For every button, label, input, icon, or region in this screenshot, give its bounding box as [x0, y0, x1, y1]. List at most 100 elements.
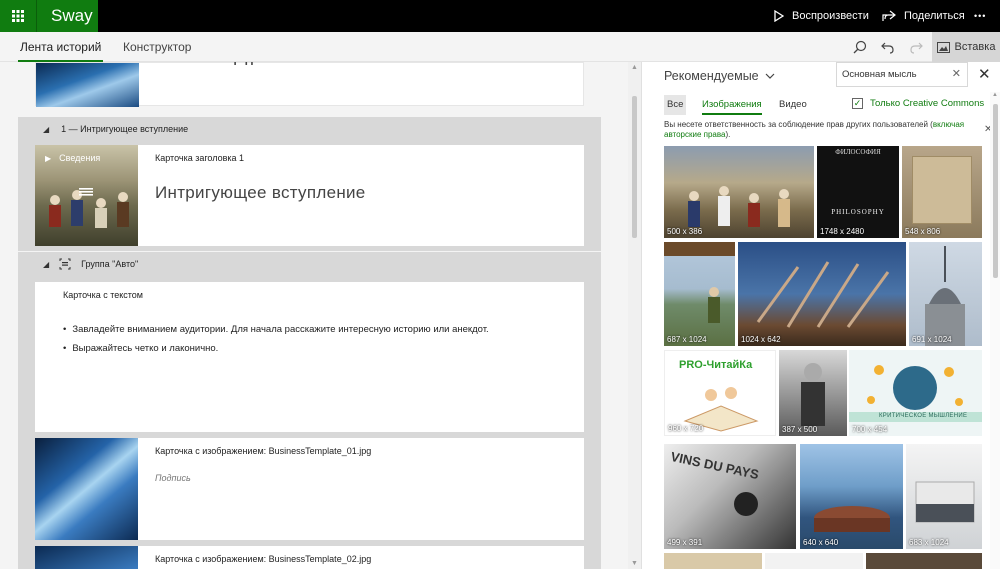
panel-scrollbar[interactable]: ▲	[990, 92, 1000, 569]
image-dimensions: 700 x 454	[852, 425, 888, 434]
section-title: 1 — Интригующее вступление	[61, 124, 189, 134]
card-thumbnail	[35, 438, 138, 540]
insert-label: Вставка	[954, 41, 996, 53]
image-result[interactable]: 500 x 386	[664, 146, 814, 238]
more-options-button[interactable]: •••	[974, 0, 986, 32]
book-cover-title: ФИЛОСОФИЯ	[835, 148, 881, 156]
collapse-triangle-icon: ◢	[43, 124, 50, 134]
group-auto: ◢ Группа "Авто" Карточка с текстом • Завл…	[18, 252, 601, 569]
bullet-text: Выражайтесь четко и лаконично.	[72, 343, 219, 354]
image-result[interactable]	[765, 553, 863, 569]
image-dimensions: 960 x 720	[668, 424, 704, 433]
image-result[interactable]: 1024 x 642	[738, 242, 906, 346]
card-thumbnail	[35, 546, 138, 569]
image-dimensions: 499 x 391	[667, 538, 703, 547]
scrollbar-thumb[interactable]	[993, 104, 998, 278]
play-icon	[774, 10, 784, 22]
chevron-down-icon	[765, 73, 775, 79]
panel-search-input[interactable]: Основная мысль ✕	[836, 62, 968, 87]
insert-panel: Рекомендуемые Основная мысль ✕ ✕ Все Изо…	[641, 62, 1000, 569]
details-tag[interactable]: ▶ Сведения	[45, 153, 100, 163]
creative-commons-toggle[interactable]: ✓ Только Creative Commons	[852, 98, 984, 109]
insert-button[interactable]: Вставка	[932, 32, 1000, 62]
image-card[interactable]: Карточка с изображением: BusinessTemplat…	[35, 546, 584, 569]
tab-storyline[interactable]: Лента историй	[17, 32, 104, 62]
filter-video[interactable]: Видео	[779, 95, 807, 115]
bullet-text: Завладейте вниманием аудитории. Для нача…	[72, 324, 489, 335]
play-button[interactable]: Воспроизвести	[774, 0, 869, 32]
storyline-scrollbar[interactable]: ▲ ▼	[628, 62, 641, 569]
image-result[interactable]: 640 x 640	[800, 444, 903, 549]
tab-designer[interactable]: Конструктор	[123, 32, 191, 62]
caption-field[interactable]: Подпись	[155, 473, 191, 483]
scroll-down-icon[interactable]: ▼	[631, 560, 638, 567]
card-label: Карточка с изображением: BusinessTemplat…	[155, 554, 372, 564]
share-button[interactable]: Поделиться	[882, 0, 965, 32]
expand-triangle-icon: ▶	[45, 153, 52, 163]
filter-images[interactable]: Изображения	[702, 95, 762, 115]
heading-card[interactable]: ▶ Сведения Карточка заголовка 1 Интригую…	[35, 145, 584, 246]
close-panel-icon[interactable]: ✕	[978, 65, 991, 83]
image-dimensions: 691 x 1024	[912, 335, 952, 344]
share-icon	[882, 10, 896, 21]
book-cover-word: PHILOSOPHY	[831, 208, 885, 216]
image-result[interactable]: 683 x 1024	[906, 444, 982, 549]
image-result[interactable]	[866, 553, 982, 569]
search-button[interactable]	[846, 32, 874, 62]
group-header[interactable]: ◢ Группа "Авто"	[43, 258, 138, 270]
app-header: Sway Воспроизвести Поделиться •••	[0, 0, 1000, 32]
image-result[interactable]	[664, 553, 762, 569]
card-label: Карточка с текстом	[63, 290, 143, 300]
redo-button[interactable]	[902, 32, 930, 62]
card-title[interactable]: Интригующее вступление	[155, 183, 366, 203]
section-intro: ◢ 1 — Интригующее вступление ▶ Сведения …	[18, 117, 601, 251]
image-result[interactable]: PRO-ЧитайКа 960 x 720	[664, 350, 776, 436]
play-label: Воспроизвести	[792, 10, 869, 22]
suggested-dropdown[interactable]: Рекомендуемые	[664, 69, 775, 83]
image-result[interactable]: VINS DU PAYS 499 x 391	[664, 444, 796, 549]
text-card[interactable]: Карточка с текстом • Завладейте вниманием…	[35, 282, 584, 432]
app-launcher-button[interactable]	[0, 0, 36, 32]
group-icon	[59, 258, 71, 270]
image-result[interactable]: ФИЛОСОФИЯ PHILOSOPHY 1748 x 2480	[817, 146, 899, 238]
panel-heading: Рекомендуемые	[664, 69, 759, 83]
rights-notice: Вы несете ответственность за соблюдение …	[664, 120, 974, 140]
group-title: Группа "Авто"	[81, 259, 139, 269]
card-label: Карточка с изображением: BusinessTemplat…	[155, 446, 372, 456]
title-card-top[interactable]: т п	[35, 62, 584, 107]
image-result[interactable]: 691 x 1024	[909, 242, 982, 346]
filter-all[interactable]: Все	[664, 95, 687, 115]
details-tag-label: Сведения	[59, 153, 101, 163]
scroll-up-icon[interactable]: ▲	[992, 92, 998, 98]
image-caption-text: КРИТИЧЕСКОЕ МЫШЛЕНИЕ	[879, 413, 968, 419]
image-dimensions: 500 x 386	[667, 227, 703, 236]
scroll-up-icon[interactable]: ▲	[631, 64, 638, 71]
waffle-icon	[12, 10, 24, 22]
image-card[interactable]: Карточка с изображением: BusinessTemplat…	[35, 438, 584, 540]
share-label: Поделиться	[904, 10, 965, 22]
view-tabs-bar: Лента историй Конструктор Вставка	[0, 32, 1000, 62]
image-dimensions: 687 x 1024	[667, 335, 707, 344]
card-thumbnail	[36, 63, 139, 107]
image-dimensions: 548 x 806	[905, 227, 941, 236]
app-name[interactable]: Sway	[36, 0, 98, 32]
undo-icon	[881, 42, 894, 54]
image-dimensions: 640 x 640	[803, 538, 839, 547]
notice-text: Вы несете ответственность за соблюдение …	[664, 120, 933, 129]
media-filter-tabs: Все Изображения Видео ✓ Только Creative …	[642, 95, 1000, 117]
image-result[interactable]: 548 x 806	[902, 146, 982, 238]
card-label: Карточка заголовка 1	[155, 153, 245, 163]
clear-search-icon[interactable]: ✕	[952, 63, 961, 86]
image-result[interactable]: КРИТИЧЕСКОЕ МЫШЛЕНИЕ 700 x 454	[849, 350, 982, 436]
image-result[interactable]: 387 x 500	[779, 350, 847, 436]
image-result[interactable]: 687 x 1024	[664, 242, 735, 346]
partial-title: т п	[231, 62, 254, 70]
undo-button[interactable]	[874, 32, 902, 62]
scrollbar-thumb[interactable]	[632, 96, 637, 238]
notice-end: ).	[725, 130, 731, 139]
bullet-item[interactable]: • Завладейте вниманием аудитории. Для нач…	[63, 324, 489, 335]
image-dimensions: 683 x 1024	[909, 538, 949, 547]
bullet-item[interactable]: • Выражайтесь четко и лаконично.	[63, 343, 218, 354]
section-header[interactable]: ◢ 1 — Интригующее вступление	[43, 124, 188, 134]
checkbox-checked-icon[interactable]: ✓	[852, 98, 863, 109]
